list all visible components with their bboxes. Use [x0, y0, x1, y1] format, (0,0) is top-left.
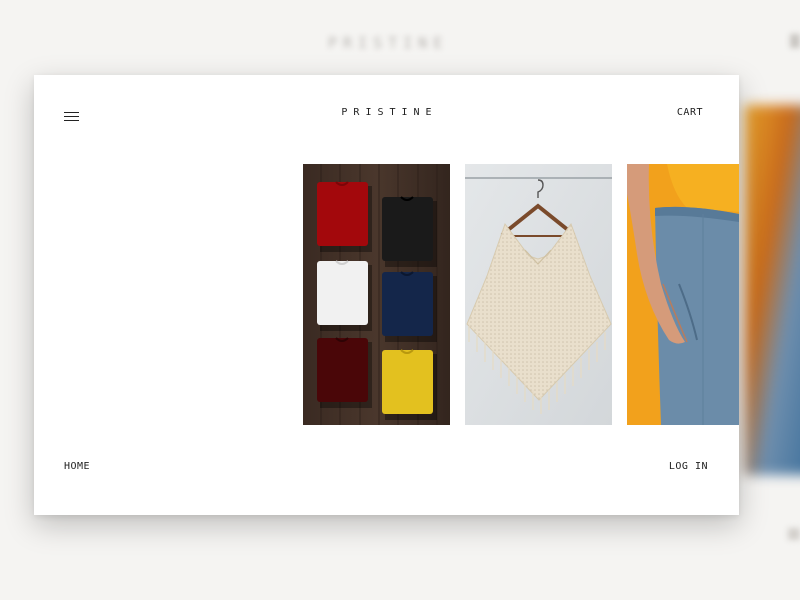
product-card-trousers[interactable] — [627, 164, 739, 425]
backdrop-brand: PRISTINE — [328, 34, 449, 52]
backdrop-cart-fragment — [790, 34, 800, 48]
brand-logo[interactable]: PRISTINE — [34, 107, 739, 118]
backdrop-product-photo — [745, 105, 800, 475]
app-window: PRISTINE CART HOME LOG IN — [34, 75, 739, 515]
home-link[interactable]: HOME — [64, 461, 90, 472]
backdrop-footer-fragment — [788, 528, 800, 540]
product-card-poncho[interactable] — [465, 164, 612, 425]
product-card-tshirts[interactable] — [303, 164, 450, 425]
login-link[interactable]: LOG IN — [669, 461, 708, 472]
knit-poncho-on-hanger-photo — [465, 164, 612, 425]
folded-tshirts-on-wood-photo — [303, 164, 450, 425]
person-in-orange-top-and-blue-trousers-photo — [627, 164, 739, 425]
cart-link[interactable]: CART — [677, 107, 703, 118]
